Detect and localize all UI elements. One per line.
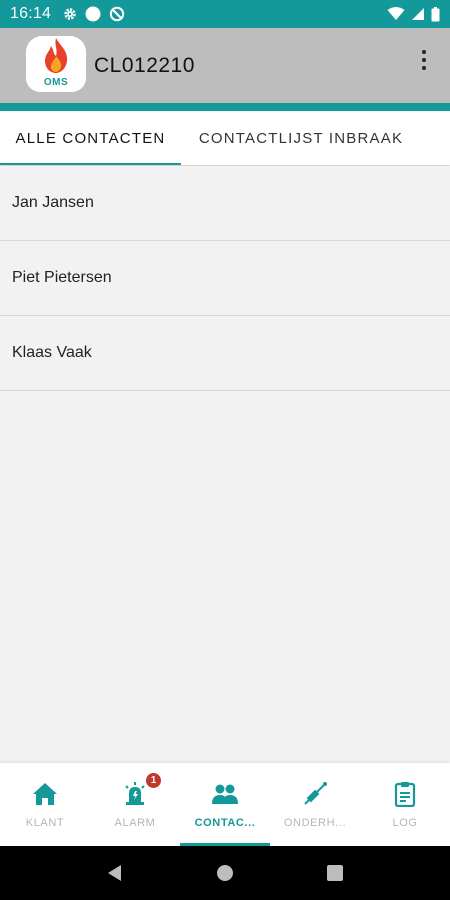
nav-label: ONDERH... — [283, 817, 347, 829]
tab-alle-contacten[interactable]: ALLE CONTACTEN — [0, 111, 181, 165]
contact-item[interactable]: Jan Jansen — [0, 166, 450, 241]
signal-icon — [412, 8, 424, 20]
status-bar: 16:14 — [0, 0, 450, 28]
flame-icon — [45, 37, 68, 73]
app-bar: OMS CL012210 — [0, 28, 450, 103]
nav-label: CONTAC... — [194, 817, 256, 829]
clipboard-icon — [394, 782, 416, 807]
nav-item-contacten[interactable]: CONTAC... — [180, 763, 270, 846]
home-icon — [33, 783, 57, 805]
alarm-icon — [125, 782, 145, 805]
settings-icon — [64, 8, 76, 20]
tab-contactlijst-inbraak[interactable]: CONTACTLIJST INBRAAK — [181, 111, 421, 165]
nav-label: LOG — [392, 817, 418, 829]
page-title: CL012210 — [94, 53, 195, 77]
back-icon[interactable] — [106, 864, 124, 882]
circle-icon — [85, 6, 101, 22]
tab-bar: ALLE CONTACTEN CONTACTLIJST INBRAAK — [0, 111, 450, 165]
wifi-icon — [387, 7, 405, 20]
contact-item[interactable]: Klaas Vaak — [0, 316, 450, 391]
contacts-icon — [212, 784, 238, 804]
nav-item-onderhoud[interactable]: ONDERH... — [270, 763, 360, 846]
logo-text: OMS — [26, 73, 86, 92]
more-vert-icon — [422, 50, 426, 54]
nav-item-klant[interactable]: KLANT — [0, 763, 90, 846]
nav-label: KLANT — [25, 817, 65, 829]
maintenance-icon — [304, 782, 327, 805]
system-navigation-bar — [0, 846, 450, 900]
contact-list: Jan Jansen Piet Pietersen Klaas Vaak — [0, 166, 450, 391]
recents-icon[interactable] — [326, 864, 344, 882]
nav-label: ALARM — [114, 817, 156, 829]
nav-item-alarm[interactable]: 1 ALARM — [90, 763, 180, 846]
nav-item-log[interactable]: LOG — [360, 763, 450, 846]
contact-item[interactable]: Piet Pietersen — [0, 241, 450, 316]
data-saver-icon — [109, 6, 125, 22]
notification-badge: 1 — [145, 772, 162, 789]
bottom-navigation: KLANT 1 ALARM CONTAC... ONDERH... LOG — [0, 763, 450, 846]
home-button-icon[interactable] — [216, 864, 234, 882]
overflow-menu-button[interactable] — [414, 46, 434, 74]
app-bar-accent — [0, 103, 450, 111]
battery-icon — [431, 6, 440, 21]
status-time: 16:14 — [10, 5, 52, 22]
app-logo: OMS — [24, 34, 88, 98]
